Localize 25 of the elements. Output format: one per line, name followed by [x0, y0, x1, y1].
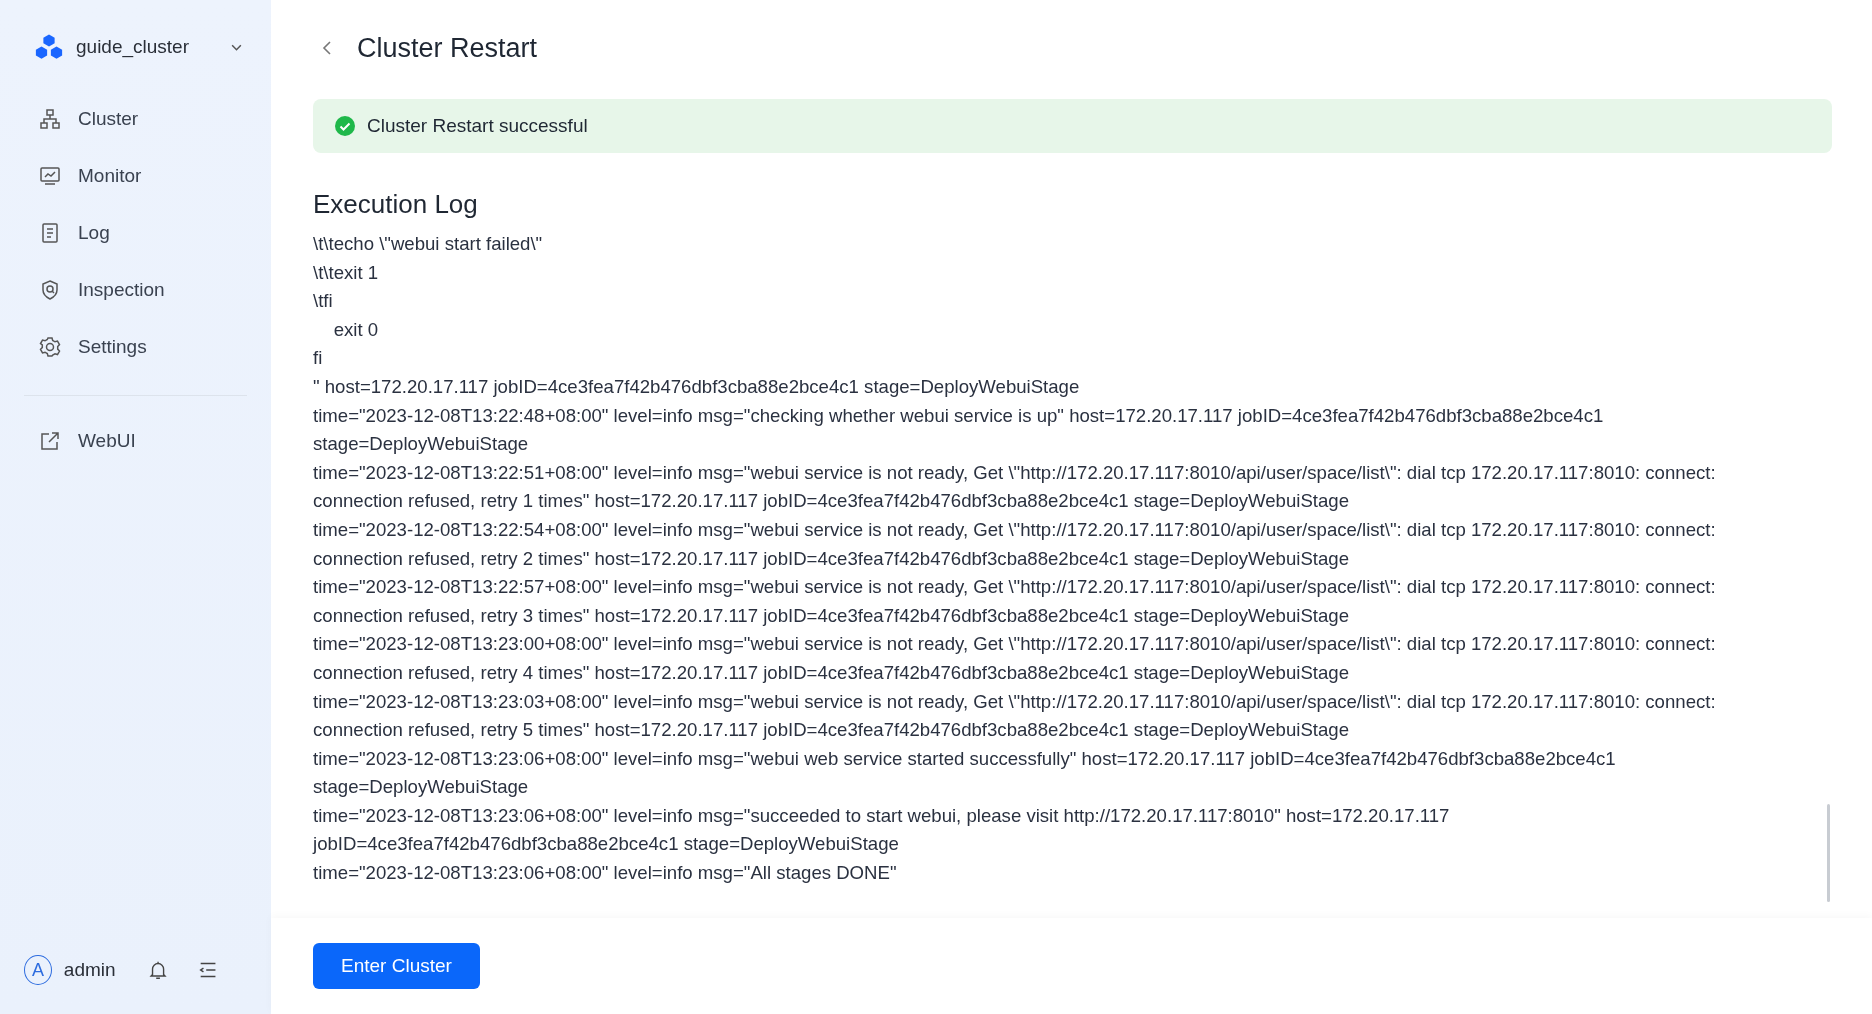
- check-circle-icon: [335, 116, 355, 136]
- log-line: time="2023-12-08T13:23:06+08:00" level=info msg="All stages DONE": [313, 861, 898, 886]
- log-line: \tfi: [313, 289, 334, 314]
- nav-item[interactable]: Settings: [24, 318, 247, 375]
- user-name: admin: [63, 959, 117, 981]
- nav-item[interactable]: Inspection: [24, 261, 247, 318]
- network-icon: [38, 106, 62, 131]
- log-line: " host=172.20.17.117 jobID=4ce3fea7f42b476dbf3cba88e2bce4c1 stage=DeployWebuiStage: [313, 374, 1081, 399]
- cluster-selector[interactable]: guide_cluster: [24, 24, 247, 70]
- log-line: exit 0: [332, 317, 380, 342]
- enter-cluster-button[interactable]: Enter Cluster: [313, 943, 480, 989]
- scrollbar-thumb[interactable]: [1827, 804, 1830, 902]
- log-line: \t\techo \"webui start failed\": [313, 232, 544, 256]
- nav-item[interactable]: Cluster: [24, 90, 247, 147]
- cubes-logo-icon: [34, 33, 64, 61]
- page-title: Cluster Restart: [357, 32, 538, 64]
- nav-item[interactable]: Log: [24, 204, 247, 261]
- section-heading: Execution Log: [313, 189, 479, 220]
- nav-item[interactable]: Monitor: [24, 147, 247, 204]
- log-line: fi: [313, 346, 324, 371]
- log-line: \t\texit 1: [313, 260, 380, 285]
- chevron-down-icon: [230, 42, 243, 52]
- settings-icon: [38, 334, 62, 359]
- alert-message: Cluster Restart successful: [367, 115, 588, 137]
- nav-item[interactable]: WebUI: [24, 412, 247, 469]
